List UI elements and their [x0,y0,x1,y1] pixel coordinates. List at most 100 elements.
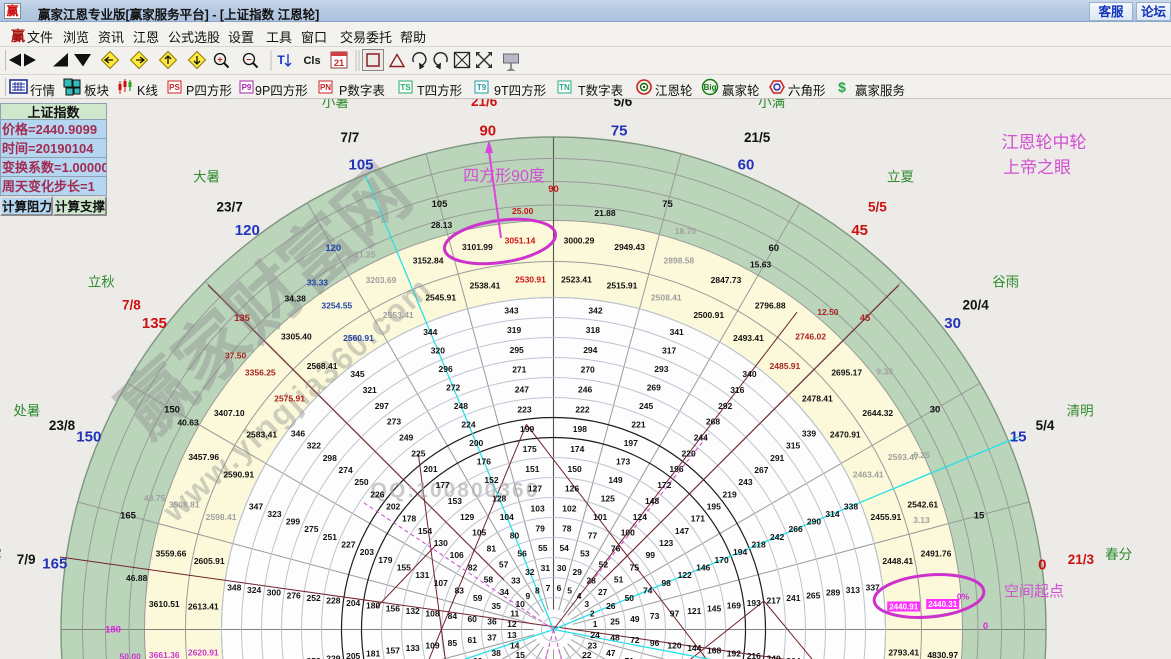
svg-text:90: 90 [548,184,559,195]
svg-text:266: 266 [789,524,803,534]
svg-text:2553.41: 2553.41 [383,310,414,320]
svg-text:338: 338 [844,501,858,511]
svg-text:127: 127 [528,484,542,494]
svg-text:33.33: 33.33 [307,277,329,287]
svg-text:2470.91: 2470.91 [830,430,861,440]
svg-text:228: 228 [326,596,340,606]
svg-text:218: 218 [752,540,766,550]
svg-text:322: 322 [307,441,321,451]
svg-text:175: 175 [523,444,537,454]
svg-text:99: 99 [646,550,656,560]
svg-text:谷雨: 谷雨 [992,275,1019,290]
svg-text:250: 250 [354,477,368,487]
svg-text:252: 252 [307,593,321,603]
svg-text:81: 81 [487,544,497,554]
svg-text:3305.40: 3305.40 [281,332,312,342]
svg-text:201: 201 [423,464,437,474]
svg-text:P9: P9 [242,83,252,92]
svg-text:274: 274 [339,465,353,475]
svg-text:55: 55 [538,543,548,553]
svg-text:147: 147 [675,526,689,536]
svg-text:273: 273 [387,417,401,427]
svg-text:296: 296 [439,364,453,374]
svg-text:28: 28 [586,575,596,585]
svg-text:56: 56 [517,549,527,559]
svg-text:15: 15 [974,511,985,522]
svg-text:105: 105 [472,528,486,538]
svg-text:2746.02: 2746.02 [795,332,826,342]
svg-text:5/4: 5/4 [1036,418,1055,433]
svg-text:313: 313 [846,585,860,595]
svg-text:2644.32: 2644.32 [862,408,893,418]
svg-text:2568.41: 2568.41 [307,361,338,371]
svg-text:180: 180 [366,601,380,611]
svg-text:173: 173 [616,456,630,466]
svg-text:120: 120 [325,243,341,254]
svg-text:61: 61 [467,635,477,645]
svg-text:2440.91: 2440.91 [889,603,918,612]
svg-text:106: 106 [450,550,464,560]
svg-text:小满: 小满 [758,99,785,110]
svg-text:54: 54 [559,543,569,553]
svg-text:上帝之眼: 上帝之眼 [1003,158,1071,177]
svg-text:129: 129 [460,512,474,522]
svg-text:225: 225 [411,448,425,458]
svg-text:290: 290 [807,517,821,527]
svg-text:43.75: 43.75 [144,493,166,503]
svg-text:245: 245 [639,401,653,411]
svg-text:9: 9 [526,591,531,601]
svg-text:6.25: 6.25 [913,450,930,460]
svg-text:60: 60 [738,156,755,173]
svg-text:244: 244 [694,433,708,443]
svg-text:2793.41: 2793.41 [888,648,919,658]
svg-text:98: 98 [661,578,671,588]
svg-text:341: 341 [670,327,684,337]
svg-text:3.13: 3.13 [913,515,930,525]
svg-text:200: 200 [469,438,483,448]
svg-text:155: 155 [397,563,411,573]
svg-text:294: 294 [583,345,597,355]
svg-text:25: 25 [610,616,620,626]
svg-text:四方形90度: 四方形90度 [463,167,545,185]
svg-text:34.38: 34.38 [285,294,307,304]
svg-text:229: 229 [326,654,340,659]
svg-text:T: T [277,53,285,67]
svg-text:4830.97: 4830.97 [927,650,958,659]
svg-text:170: 170 [715,555,729,565]
svg-text:243: 243 [738,477,752,487]
svg-text:21/3: 21/3 [1068,552,1095,567]
svg-text:144: 144 [687,643,701,653]
svg-text:2898.58: 2898.58 [664,255,695,265]
svg-text:31: 31 [541,563,551,573]
svg-text:198: 198 [573,424,587,434]
svg-text:297: 297 [375,401,389,411]
svg-text:2515.91: 2515.91 [607,280,638,290]
svg-text:14: 14 [510,641,520,651]
svg-text:295: 295 [510,345,524,355]
svg-text:2545.91: 2545.91 [425,292,456,302]
svg-text:7: 7 [546,583,551,593]
svg-text:268: 268 [706,417,720,427]
svg-text:45: 45 [851,222,868,239]
svg-text:2491.76: 2491.76 [921,549,952,559]
svg-text:30: 30 [944,315,961,332]
svg-text:60: 60 [769,243,780,254]
svg-text:121: 121 [687,606,701,616]
svg-text:24: 24 [590,630,600,640]
svg-text:7/9: 7/9 [17,552,36,567]
svg-text:204: 204 [346,598,360,608]
svg-text:192: 192 [727,648,741,658]
svg-text:148: 148 [645,496,659,506]
svg-text:271: 271 [512,365,526,375]
svg-text:272: 272 [446,382,460,392]
svg-text:153: 153 [448,496,462,506]
svg-text:73: 73 [650,611,660,621]
svg-text:45: 45 [860,313,871,324]
svg-text:2: 2 [590,608,595,618]
svg-text:空间起点: 空间起点 [1004,583,1064,600]
svg-text:2523.41: 2523.41 [561,275,592,285]
svg-text:227: 227 [341,540,355,550]
svg-text:2613.41: 2613.41 [188,602,219,612]
svg-text:31.25: 31.25 [354,250,376,260]
svg-text:135: 135 [142,315,167,332]
